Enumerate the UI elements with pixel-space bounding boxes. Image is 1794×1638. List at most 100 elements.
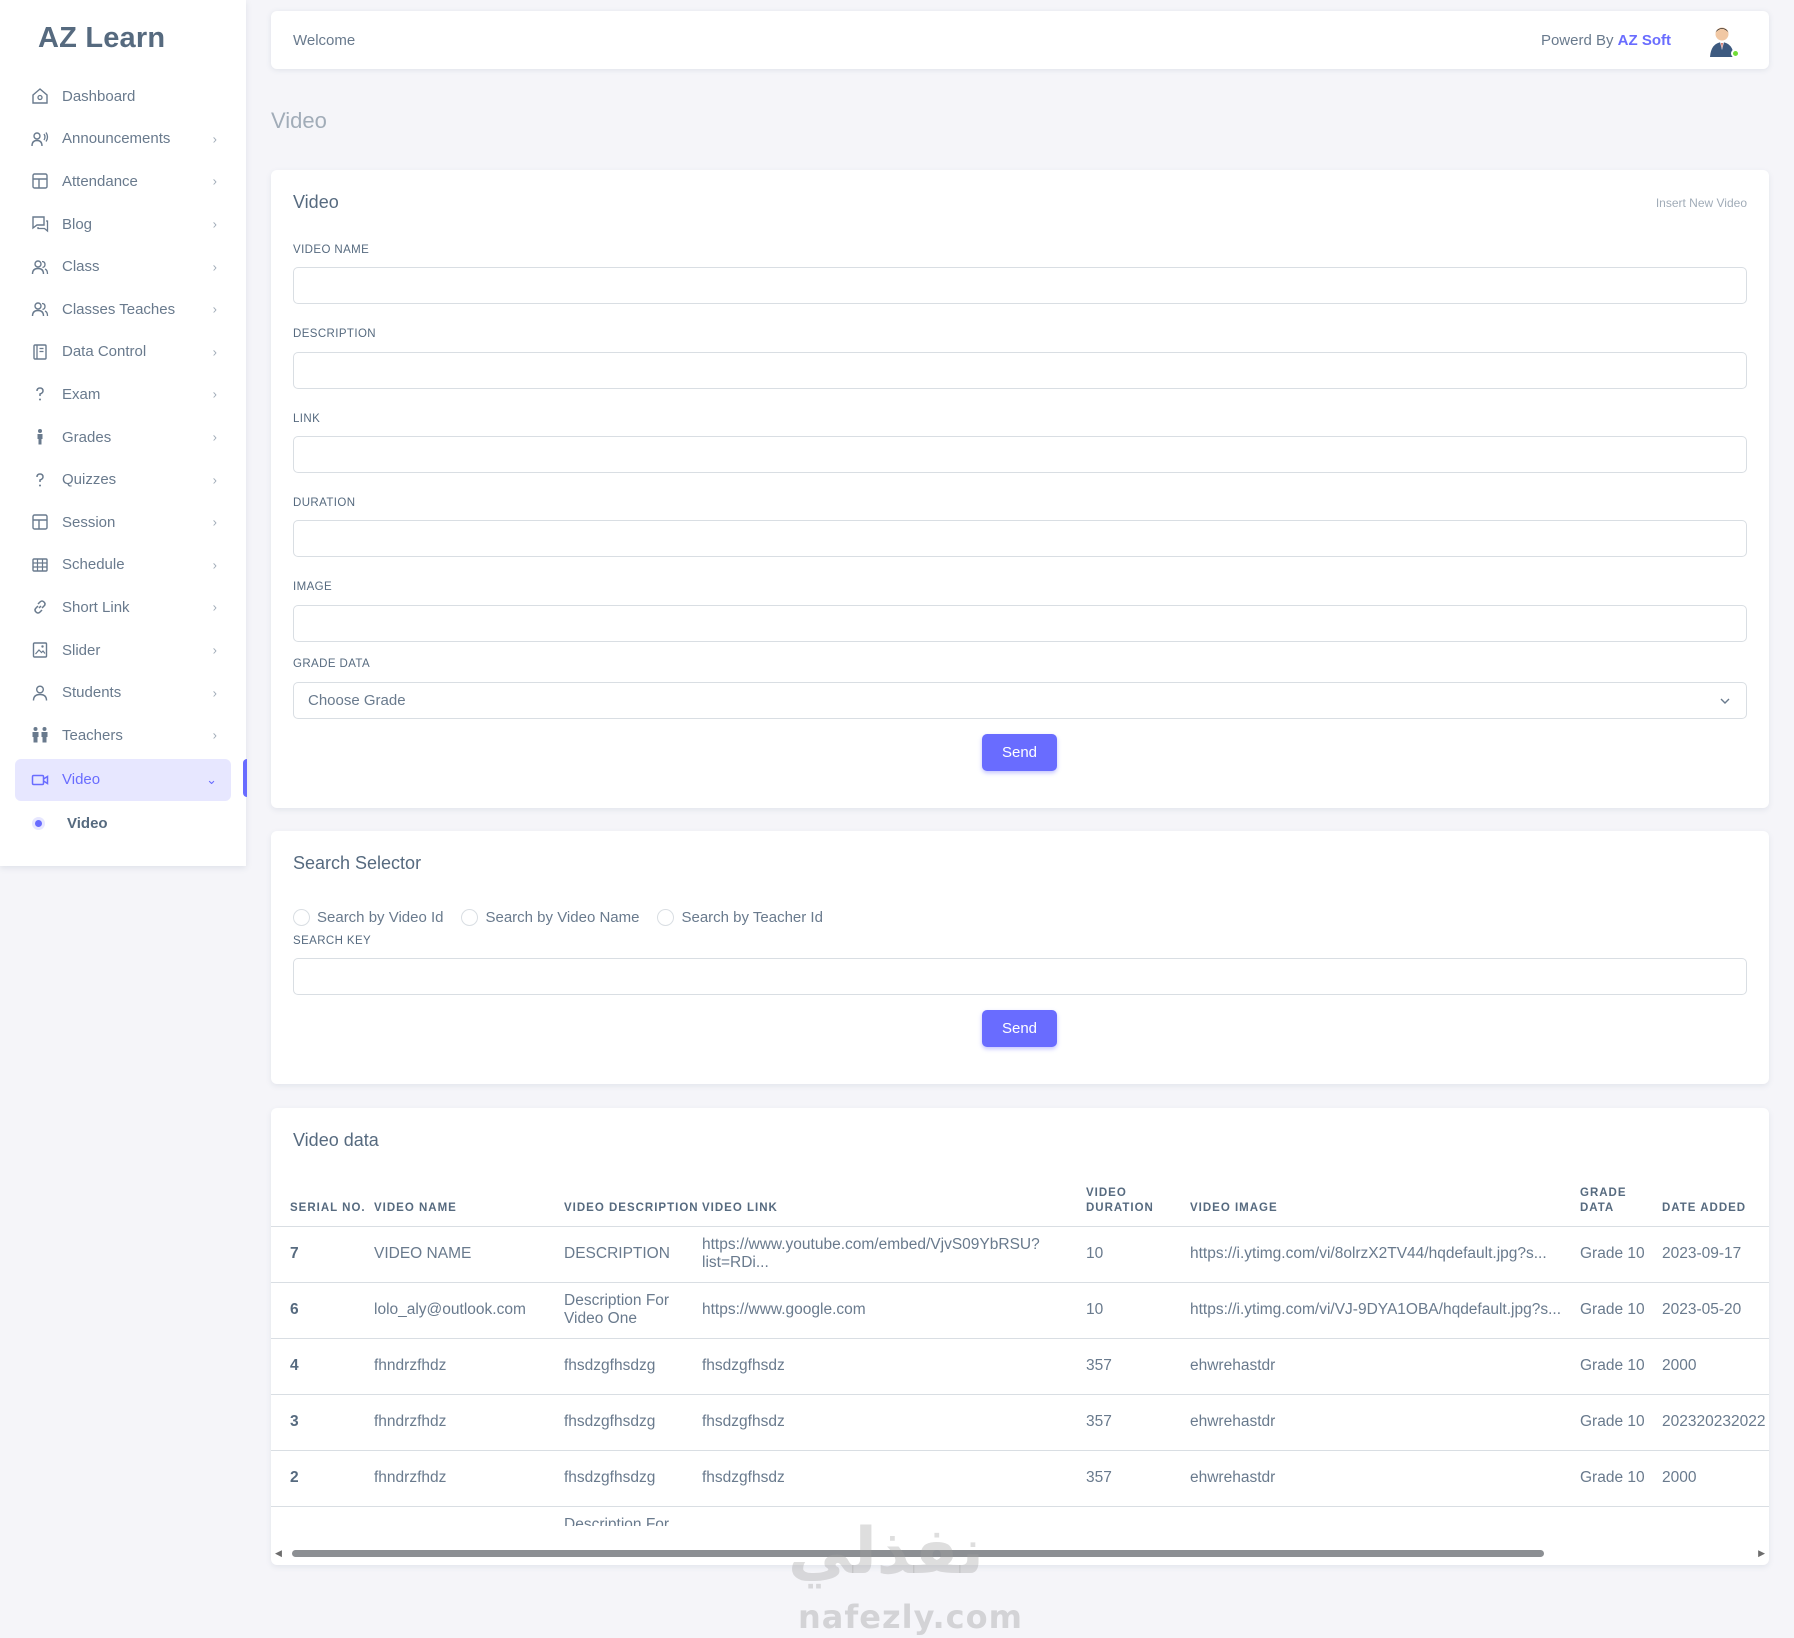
sidebar-item-dashboard[interactable]: Dashboard bbox=[15, 75, 231, 118]
sidebar-item-label: Quizzes bbox=[62, 471, 117, 489]
sidebar-item-schedule[interactable]: Schedule › bbox=[15, 544, 231, 587]
sidebar-item-label: Dashboard bbox=[62, 87, 136, 105]
chevron-right-icon: › bbox=[212, 301, 217, 317]
grade-select[interactable]: Choose Grade bbox=[293, 682, 1747, 719]
sidebar: AZ Learn Dashboard Announcements › Attendan… bbox=[0, 0, 247, 866]
table-row[interactable]: 3 fhndrzfhdz fhsdzgfhsdzg fhsdzgfhsdz 357 ehw… bbox=[271, 1394, 1769, 1451]
table-cell: fhsdzgfhsdz bbox=[702, 1338, 1086, 1395]
group-icon bbox=[31, 258, 49, 276]
duration-input[interactable] bbox=[293, 520, 1747, 557]
sidebar-item-label: Grades bbox=[62, 428, 112, 446]
sidebar-menu: Dashboard Announcements › Attendance › Blog › C… bbox=[15, 75, 247, 845]
book-icon bbox=[31, 343, 49, 361]
sidebar-item-attendance[interactable]: Attendance › bbox=[15, 160, 231, 203]
sidebar-item-announcements[interactable]: Announcements › bbox=[15, 118, 231, 161]
table-cell: 357 bbox=[1086, 1338, 1190, 1395]
table-cell: fhndrzfhdz bbox=[374, 1394, 564, 1451]
table-cell: 3 bbox=[271, 1394, 374, 1451]
sidebar-item-slider[interactable]: Slider › bbox=[15, 629, 231, 672]
video-name-input[interactable] bbox=[293, 267, 1747, 304]
sidebar-item-grades[interactable]: Grades › bbox=[15, 416, 231, 459]
table-header-cell: DATE ADDED bbox=[1662, 1174, 1769, 1227]
radio-circle[interactable] bbox=[657, 909, 675, 926]
sidebar-item-label: Teachers bbox=[62, 726, 123, 744]
radio-search-by-video-id[interactable]: Search by Video Id bbox=[293, 909, 443, 926]
sidebar-item-session[interactable]: Session › bbox=[15, 501, 231, 544]
sidebar-item-students[interactable]: Students › bbox=[15, 671, 231, 714]
video-data-card: Video data SERIAL NO. VIDEO NAME VIDEO DES… bbox=[271, 1108, 1769, 1565]
table-cell: Grade 10 bbox=[1580, 1450, 1662, 1507]
table-row[interactable]: 6 lolo_aly@outlook.com Description For Vid… bbox=[271, 1282, 1769, 1339]
sidebar-item-label: Slider bbox=[62, 641, 101, 659]
sidebar-item-label: Blog bbox=[62, 215, 93, 233]
table-cell: https://www.google.com bbox=[702, 1282, 1086, 1339]
grid-icon bbox=[31, 556, 49, 574]
table-cell: 0000-00-00 bbox=[1662, 1506, 1769, 1526]
table-cell: https://i.ytimg.com/vi/VJ-9DYA1OBA/hqdef… bbox=[1190, 1506, 1580, 1526]
video-data-table-wrap: SERIAL NO. VIDEO NAME VIDEO DESCRIPTION VID… bbox=[271, 1174, 1769, 1526]
sidebar-subitem-video[interactable]: Video bbox=[15, 801, 231, 845]
chevron-right-icon: › bbox=[212, 514, 217, 530]
sidebar-item-label: Classes Teaches bbox=[62, 300, 176, 318]
table-row[interactable]: 2 fhndrzfhdz fhsdzgfhsdzg fhsdzgfhsdz 357 ehw… bbox=[271, 1450, 1769, 1507]
table-row[interactable]: 1Video OneDescription For Video One https… bbox=[271, 1506, 1769, 1526]
search-send-button[interactable]: Send bbox=[982, 1010, 1057, 1047]
sidebar-item-data-control[interactable]: Data Control › bbox=[15, 331, 231, 374]
chevron-right-icon: › bbox=[212, 599, 217, 615]
radio-search-by-video-name[interactable]: Search by Video Name bbox=[461, 909, 639, 926]
chevron-right-icon: › bbox=[212, 344, 217, 360]
sidebar-item-short-link[interactable]: Short Link › bbox=[15, 586, 231, 629]
sidebar-item-video[interactable]: Video ⌄ bbox=[15, 758, 247, 802]
video-name-label: VIDEO NAME bbox=[293, 244, 370, 256]
table-cell: ehwrehastdr bbox=[1190, 1338, 1580, 1395]
chevron-right-icon: › bbox=[212, 642, 217, 658]
table-cell: https://www.youtube.com/embed/VjvS09YbRS… bbox=[702, 1226, 1086, 1283]
table-cell: 357 bbox=[1086, 1450, 1190, 1507]
sidebar-item-class[interactable]: Class › bbox=[15, 245, 231, 288]
search-options: Search by Video Id Search by Video Name … bbox=[293, 909, 841, 926]
sidebar-item-label: Session bbox=[62, 513, 116, 531]
radio-label: Search by Video Name bbox=[485, 909, 640, 926]
brand-logo[interactable]: AZ Learn bbox=[38, 22, 165, 55]
link-input[interactable] bbox=[293, 436, 1747, 473]
description-input[interactable] bbox=[293, 352, 1747, 389]
search-key-input[interactable] bbox=[293, 958, 1747, 995]
link-label: LINK bbox=[293, 413, 321, 425]
sidebar-item-classes-teaches[interactable]: Classes Teaches › bbox=[15, 288, 231, 331]
chevron-right-icon: › bbox=[212, 557, 217, 573]
people-icon bbox=[31, 726, 49, 744]
video-send-button[interactable]: Send bbox=[982, 734, 1057, 771]
scroll-right-arrow-icon[interactable]: ▶ bbox=[1758, 1548, 1765, 1559]
sidebar-item-exam[interactable]: Exam › bbox=[15, 373, 231, 416]
table-cell: 60 bbox=[1086, 1506, 1190, 1526]
radio-circle[interactable] bbox=[293, 909, 310, 926]
table-cell: fhsdzgfhsdz bbox=[702, 1394, 1086, 1451]
radio-search-by-teacher-id[interactable]: Search by Teacher Id bbox=[657, 909, 823, 926]
scroll-left-arrow-icon[interactable]: ◀ bbox=[275, 1548, 282, 1559]
table-header-row: SERIAL NO. VIDEO NAME VIDEO DESCRIPTION VID… bbox=[271, 1174, 1769, 1227]
sidebar-item-label: Schedule bbox=[62, 556, 125, 574]
table-cell: Grade 10 bbox=[1580, 1226, 1662, 1283]
horizontal-scrollbar[interactable]: ◀ ▶ bbox=[275, 1547, 1765, 1559]
radio-circle[interactable] bbox=[461, 909, 479, 926]
table-header-cell: VIDEO NAME bbox=[374, 1174, 564, 1227]
table-cell: https://i.ytimg.com/vi/VJ-9DYA1OBA/hqdef… bbox=[1190, 1282, 1580, 1339]
sidebar-item-quizzes[interactable]: Quizzes › bbox=[15, 458, 231, 501]
link-icon bbox=[31, 598, 49, 616]
watermark-latin: nafezly.com bbox=[798, 1598, 1023, 1636]
table-cell: fhsdzgfhsdz bbox=[702, 1450, 1086, 1507]
table-cell: Grade 10 bbox=[1580, 1394, 1662, 1451]
sidebar-item-teachers[interactable]: Teachers › bbox=[15, 714, 231, 757]
powered-brand-link[interactable]: AZ Soft bbox=[1618, 32, 1671, 49]
table-body: 7 VIDEO NAME DESCRIPTION https://www.youtub… bbox=[271, 1226, 1769, 1526]
table-cell: 202320232022 bbox=[1662, 1394, 1769, 1451]
image-input[interactable] bbox=[293, 605, 1747, 642]
table-row[interactable]: 7 VIDEO NAME DESCRIPTION https://www.youtub… bbox=[271, 1226, 1769, 1283]
sidebar-subitem-label: Video bbox=[67, 814, 108, 832]
table-cell: 1 bbox=[271, 1506, 374, 1526]
table-cell: 2000 bbox=[1662, 1338, 1769, 1395]
chevron-right-icon: › bbox=[212, 173, 217, 189]
sidebar-item-blog[interactable]: Blog › bbox=[15, 203, 231, 246]
sidebar-item-label: Students bbox=[62, 684, 122, 702]
table-row[interactable]: 4 fhndrzfhdz fhsdzgfhsdzg fhsdzgfhsdz 357 ehw… bbox=[271, 1338, 1769, 1395]
